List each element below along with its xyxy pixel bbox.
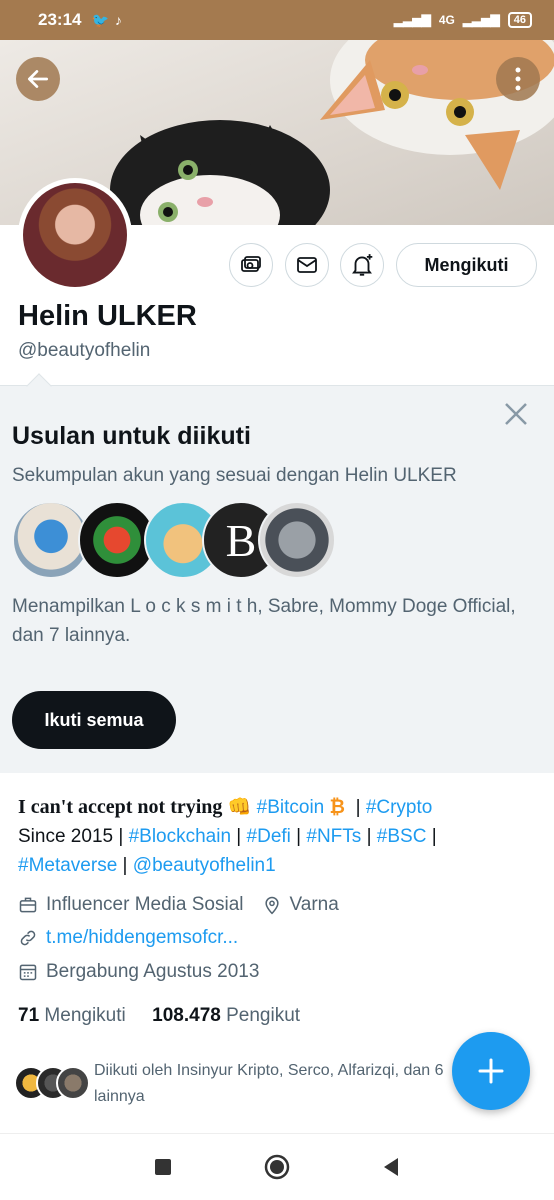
link-icon <box>20 930 36 946</box>
system-nav-bar <box>0 1133 554 1200</box>
mail-icon <box>297 257 317 273</box>
hashtag-bitcoin[interactable]: #Bitcoin <box>257 797 325 818</box>
network-type: 4G <box>438 13 455 27</box>
signal-icon-2: ▂▃▅▇ <box>462 13 500 27</box>
profile-bio: I can't accept not trying 👊 #Bitcoin ₿ |… <box>18 796 437 876</box>
bitcoin-icon: ₿ <box>329 797 346 818</box>
joined-row: Bergabung Agustus 2013 <box>18 961 259 983</box>
hashtag-nfts[interactable]: #NFTs <box>306 826 361 847</box>
suggested-avatar-5[interactable] <box>258 501 336 579</box>
twitter-status-icon: 🐦 <box>91 11 109 28</box>
status-time: 23:14 <box>38 10 82 29</box>
close-suggestions-button[interactable] <box>502 400 530 428</box>
notify-button[interactable] <box>340 243 384 287</box>
mutual-followers-text[interactable]: Diikuti oleh Insinyur Kripto, Serco, Alf… <box>94 1058 454 1110</box>
hashtag-blockchain[interactable]: #Blockchain <box>129 826 231 847</box>
battery-icon: 46 <box>507 12 532 28</box>
follow-all-button[interactable]: Ikuti semua <box>12 691 176 749</box>
back-triangle-icon[interactable] <box>382 1157 400 1177</box>
hashtag-crypto[interactable]: #Crypto <box>366 797 433 818</box>
back-button[interactable] <box>16 57 60 101</box>
hashtag-bsc[interactable]: #BSC <box>377 826 427 847</box>
profile-handle: @beautyofhelin <box>18 340 151 361</box>
link-row: t.me/hiddengemsofcr... <box>18 927 238 949</box>
hashtag-defi[interactable]: #Defi <box>247 826 291 847</box>
close-icon <box>505 403 527 425</box>
tip-jar-icon <box>241 256 261 272</box>
profile-avatar[interactable] <box>18 178 132 292</box>
more-vertical-icon <box>515 67 521 91</box>
profile-joined: Bergabung Agustus 2013 <box>46 961 260 982</box>
status-bar: 23:14 🐦 ♪ ▂▃▅▇ 4G ▂▃▅▇ 46 <box>0 0 554 40</box>
recents-square-icon[interactable] <box>154 1158 172 1176</box>
profile-name: Helin ULKER <box>18 300 197 332</box>
suggestions-description: Menampilkan L o c k s m i t h, Sabre, Mo… <box>12 596 516 646</box>
profile-category: Influencer Media Sosial <box>46 894 244 915</box>
bio-quote: I can't accept not trying <box>18 796 223 818</box>
bio-since: Since 2015 | <box>18 826 124 847</box>
message-button[interactable] <box>285 243 329 287</box>
briefcase-icon <box>19 897 37 913</box>
compose-button[interactable] <box>452 1032 530 1110</box>
followers-count[interactable]: 108.478 Pengikut <box>152 1005 300 1026</box>
following-count[interactable]: 71 Mengikuti <box>18 1005 126 1026</box>
signal-icon: ▂▃▅▇ <box>393 13 431 27</box>
avatar-image <box>23 183 127 287</box>
home-circle-icon[interactable] <box>264 1154 290 1180</box>
hashtag-metaverse[interactable]: #Metaverse <box>18 855 117 876</box>
mutual-avatar-3 <box>56 1066 90 1100</box>
tip-button[interactable] <box>229 243 273 287</box>
tiktok-status-icon: ♪ <box>114 12 122 28</box>
category-row: Influencer Media Sosial Varna <box>18 894 339 916</box>
suggestions-subtitle: Sekumpulan akun yang sesuai dengan Helin… <box>12 465 457 486</box>
suggestions-title: Usulan untuk diikuti <box>12 422 251 450</box>
more-options-button[interactable] <box>496 57 540 101</box>
location-pin-icon <box>264 896 279 915</box>
mention-link[interactable]: @beautyofhelin1 <box>133 855 276 876</box>
compose-plus-icon <box>478 1058 504 1084</box>
profile-link[interactable]: t.me/hiddengemsofcr... <box>46 927 238 949</box>
calendar-icon <box>19 964 37 981</box>
follow-counts: 71 Mengikuti 108.478 Pengikut <box>18 1005 300 1027</box>
bell-plus-icon <box>352 254 373 276</box>
back-arrow-icon <box>27 70 49 88</box>
following-button[interactable]: Mengikuti <box>396 243 537 287</box>
profile-location: Varna <box>289 894 339 915</box>
fist-emoji-icon: 👊 <box>227 797 252 818</box>
